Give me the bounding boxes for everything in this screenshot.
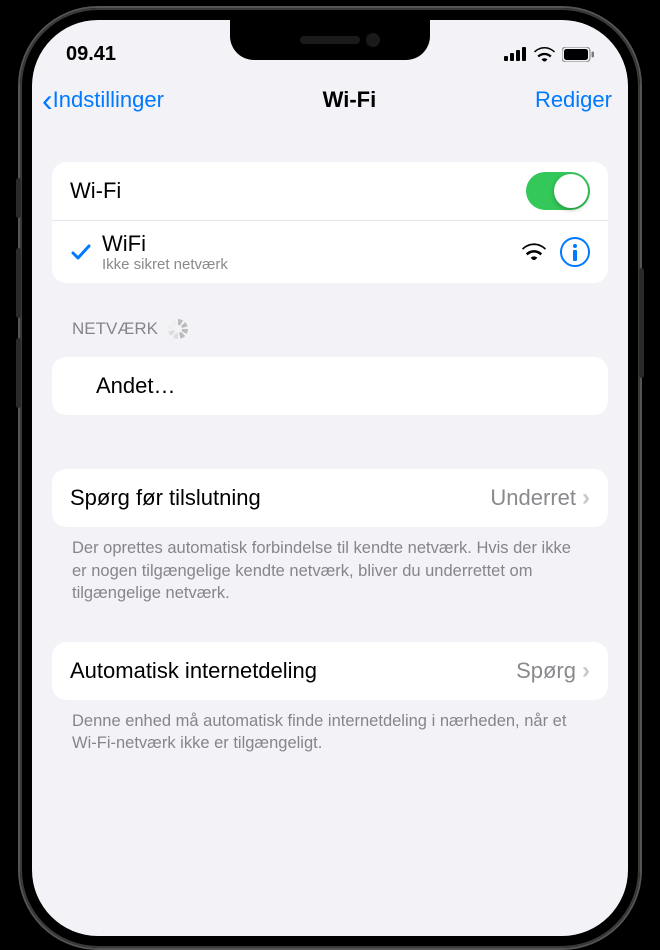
notch [230,20,430,60]
auto-hotspot-value: Spørg [516,658,576,684]
wifi-toggle-label: Wi-Fi [70,178,526,204]
other-network-label: Andet… [70,373,590,399]
status-right [504,47,594,62]
networks-header: NETVÆRK [52,319,608,347]
wifi-toggle[interactable] [526,172,590,210]
wifi-group: Wi-Fi WiFi Ikke sikret netværk [52,162,608,283]
chevron-left-icon: ‹ [42,84,53,116]
chevron-right-icon: › [582,484,590,512]
ask-to-join-row[interactable]: Spørg før tilslutning Underret › [52,469,608,527]
phone-frame: 09.41 ‹ Indstillinger Wi-Fi Rediger [20,8,640,948]
hotspot-group: Automatisk internetdeling Spørg › [52,642,608,700]
connected-network-subtitle: Ikke sikret netværk [102,256,228,273]
front-camera [366,33,380,47]
toggle-knob [554,174,588,208]
screen: 09.41 ‹ Indstillinger Wi-Fi Rediger [32,20,628,936]
connected-network-info: WiFi Ikke sikret netværk [102,231,228,273]
other-network-row[interactable]: Andet… [52,357,608,415]
hotspot-footer: Denne enhed må automatisk finde internet… [52,700,608,755]
ask-footer: Der oprettes automatisk forbindelse til … [52,527,608,604]
spinner-icon [168,319,188,339]
wifi-status-icon [534,47,555,62]
battery-icon [562,47,594,62]
ask-to-join-value: Underret [490,485,576,511]
volume-up-button [16,248,21,318]
wifi-signal-icon [522,243,546,261]
cellular-icon [504,47,527,61]
back-label: Indstillinger [53,87,164,113]
ask-group: Spørg før tilslutning Underret › [52,469,608,527]
info-icon[interactable] [560,237,590,267]
speaker-grille [300,36,360,44]
power-button [639,268,644,378]
nav-bar: ‹ Indstillinger Wi-Fi Rediger [32,74,628,126]
status-time: 09.41 [66,43,116,66]
volume-down-button [16,338,21,408]
checkmark-icon [70,241,102,263]
networks-header-label: NETVÆRK [72,319,158,339]
other-networks-group: Andet… [52,357,608,415]
content: Wi-Fi WiFi Ikke sikret netværk [32,162,628,755]
auto-hotspot-row[interactable]: Automatisk internetdeling Spørg › [52,642,608,700]
auto-hotspot-label: Automatisk internetdeling [70,658,516,684]
chevron-right-icon: › [582,657,590,685]
mute-switch [16,178,21,218]
page-title: Wi-Fi [323,87,377,113]
connected-network-name: WiFi [102,231,228,256]
wifi-toggle-row: Wi-Fi [52,162,608,221]
edit-button[interactable]: Rediger [535,87,612,113]
connected-network-row[interactable]: WiFi Ikke sikret netværk [52,221,608,283]
ask-to-join-label: Spørg før tilslutning [70,485,490,511]
back-button[interactable]: ‹ Indstillinger [42,84,164,116]
